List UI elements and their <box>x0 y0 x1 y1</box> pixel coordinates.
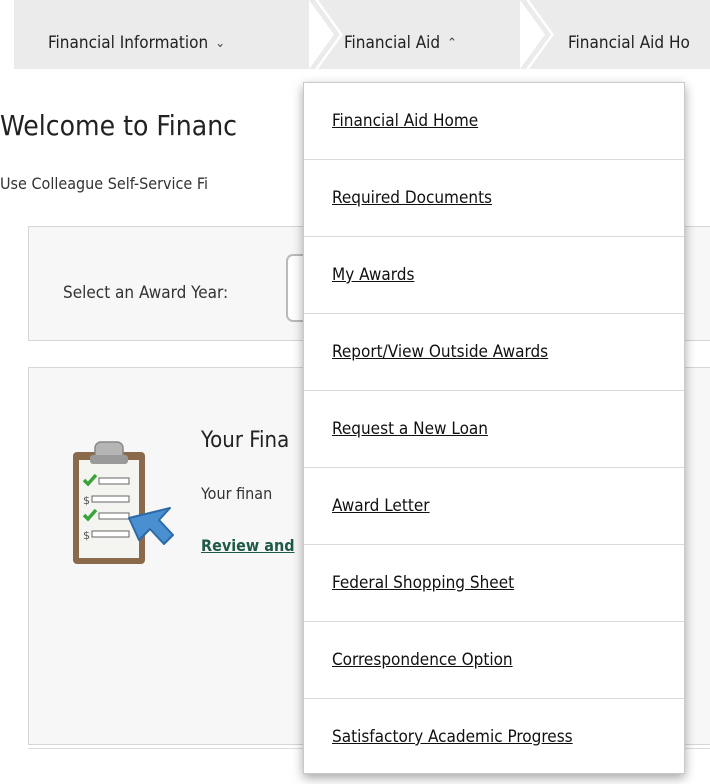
svg-text:$: $ <box>83 494 90 507</box>
menu-item-link[interactable]: Satisfactory Academic Progress <box>332 727 573 747</box>
menu-item-link[interactable]: Request a New Loan <box>332 419 488 439</box>
award-year-label: Select an Award Year: <box>63 283 229 303</box>
menu-item-link[interactable]: Federal Shopping Sheet <box>332 573 514 593</box>
financial-aid-panel-text: Your finan <box>201 484 273 503</box>
breadcrumb-label: Financial Aid Ho <box>568 33 690 53</box>
breadcrumb-separator-icon <box>520 0 554 69</box>
review-link[interactable]: Review and <box>201 536 295 555</box>
menu-item-link[interactable]: Award Letter <box>332 496 430 516</box>
clipboard-checklist-icon: $ $ <box>73 441 174 564</box>
menu-item-outside-awards[interactable]: Report/View Outside Awards <box>304 314 684 391</box>
menu-item-award-letter[interactable]: Award Letter <box>304 468 684 545</box>
breadcrumb: Financial Information ⌄ Financial Aid ⌃ Fi… <box>14 0 710 69</box>
menu-item-link[interactable]: Required Documents <box>332 188 492 208</box>
menu-item-financial-aid-home[interactable]: Financial Aid Home <box>304 83 684 160</box>
page-title: Welcome to Financ <box>0 109 238 142</box>
menu-item-required-documents[interactable]: Required Documents <box>304 160 684 237</box>
breadcrumb-financial-aid[interactable]: Financial Aid ⌃ <box>344 0 457 69</box>
breadcrumb-financial-aid-home[interactable]: Financial Aid Ho <box>568 0 690 69</box>
menu-item-link[interactable]: Financial Aid Home <box>332 111 478 131</box>
breadcrumb-label: Financial Information <box>48 33 209 53</box>
svg-text:$: $ <box>83 529 90 542</box>
menu-item-link[interactable]: Correspondence Option <box>332 650 513 670</box>
menu-item-link[interactable]: My Awards <box>332 265 414 285</box>
financial-aid-panel-title: Your Fina <box>201 428 290 453</box>
breadcrumb-separator-icon <box>309 0 343 69</box>
financial-aid-dropdown-menu: Financial Aid Home Required Documents My… <box>303 82 685 774</box>
menu-item-request-loan[interactable]: Request a New Loan <box>304 391 684 468</box>
chevron-up-icon: ⌃ <box>447 36 457 51</box>
menu-item-link[interactable]: Report/View Outside Awards <box>332 342 548 362</box>
chevron-down-icon: ⌄ <box>215 36 226 51</box>
breadcrumb-financial-information[interactable]: Financial Information ⌄ <box>48 0 225 69</box>
page-subtitle: Use Colleague Self-Service Fi <box>0 174 208 193</box>
menu-item-shopping-sheet[interactable]: Federal Shopping Sheet <box>304 545 684 622</box>
menu-item-academic-progress[interactable]: Satisfactory Academic Progress <box>304 699 684 776</box>
menu-item-correspondence-option[interactable]: Correspondence Option <box>304 622 684 699</box>
menu-item-my-awards[interactable]: My Awards <box>304 237 684 314</box>
breadcrumb-label: Financial Aid <box>344 33 441 53</box>
